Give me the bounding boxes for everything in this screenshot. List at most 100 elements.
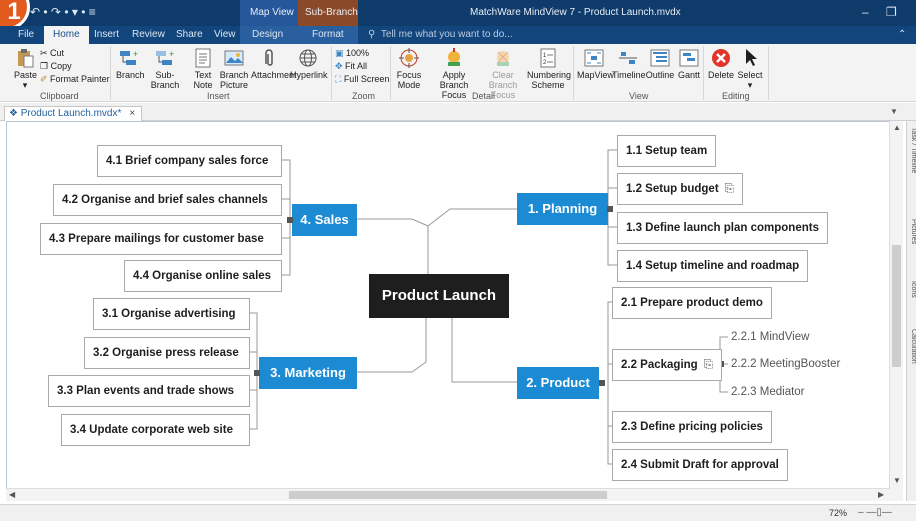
leaf-2-2-2[interactable]: 2.2.2 MeetingBooster	[731, 356, 840, 372]
outline-icon	[650, 49, 670, 67]
focus-branch-icon	[448, 48, 460, 66]
editing-group-label: Editing	[722, 91, 750, 101]
tab-design[interactable]: Design	[252, 29, 283, 40]
context-label-sub-branch: Sub-Branch	[305, 7, 358, 18]
tab-view[interactable]: View	[214, 29, 236, 40]
branch-product[interactable]: 2. Product	[517, 367, 599, 399]
document-tab[interactable]: ❖ Product Launch.mvdx* ×	[4, 106, 143, 121]
scroll-up-icon[interactable]: ▲	[893, 123, 901, 132]
gantt-icon	[679, 49, 699, 67]
collapse-product-handle[interactable]	[599, 380, 605, 386]
tab-share[interactable]: Share	[176, 29, 203, 40]
sub-branch-4-2[interactable]: 4.2 Organise and brief sales channels	[53, 184, 282, 216]
tab-home[interactable]: Home	[44, 26, 89, 44]
collapse-marketing-handle[interactable]	[254, 370, 260, 376]
tab-file[interactable]: File	[18, 29, 34, 40]
close-tab-button[interactable]: ×	[129, 108, 135, 119]
format-painter-button[interactable]: ✐ Format Painter	[40, 74, 110, 85]
zoom-group-label: Zoom	[352, 91, 376, 101]
tab-format[interactable]: Format	[312, 29, 344, 40]
sub-branch-4-4[interactable]: 4.4 Organise online sales	[124, 260, 282, 292]
scroll-right-icon[interactable]: ▶	[878, 490, 884, 499]
mindview-window: ↶ • ↷ • ▾ • ≡ Map View Sub-Branch MatchW…	[0, 0, 916, 521]
zoom-100-button[interactable]: ▣ 100%	[335, 48, 369, 59]
branch-picture-button[interactable]: Branch Picture	[219, 48, 249, 90]
branch-sales[interactable]: 4. Sales	[292, 204, 357, 236]
clipboard-group-label: Clipboard	[40, 91, 79, 101]
vertical-scrollbar[interactable]: ▲ ▼	[889, 121, 903, 501]
horizontal-scroll-thumb[interactable]	[289, 491, 607, 499]
paperclip-icon	[265, 49, 273, 66]
sub-branch-3-3[interactable]: 3.3 Plan events and trade shows	[48, 375, 250, 407]
numbering-scheme-button[interactable]: 12 Numbering Scheme	[527, 48, 571, 90]
tab-insert[interactable]: Insert	[94, 29, 119, 40]
vertical-scroll-thumb[interactable]	[892, 245, 901, 367]
sub-branch-1-1[interactable]: 1.1 Setup team	[617, 135, 717, 167]
select-button[interactable]: Select ▾	[737, 48, 763, 90]
tab-list-dropdown-icon[interactable]: ▼	[890, 107, 898, 116]
quick-access-toolbar[interactable]: ↶ • ↷ • ▾ • ≡	[30, 5, 96, 19]
zoom-level: 72%	[829, 508, 848, 518]
mind-map[interactable]: Product Launch 1. Planning 2. Product 3.…	[7, 122, 889, 488]
collapse-planning-handle[interactable]	[607, 206, 613, 212]
focus-mode-button[interactable]: Focus Mode	[396, 48, 422, 90]
branch-planning[interactable]: 1. Planning	[517, 193, 608, 225]
sub-branch-1-2[interactable]: 1.2 Setup budget ⎘	[617, 173, 743, 205]
collapse-ribbon-icon[interactable]: ⌃	[898, 29, 906, 40]
scroll-down-icon[interactable]: ▼	[893, 476, 901, 485]
timeline-icon	[619, 52, 637, 64]
sub-branch-1-4[interactable]: 1.4 Setup timeline and roadmap	[617, 250, 809, 282]
text-note-button[interactable]: Text Note	[190, 48, 216, 90]
sub-branch-2-2[interactable]: 2.2 Packaging ⎘	[612, 349, 722, 381]
scissors-icon: ✂	[40, 48, 51, 58]
tab-review[interactable]: Review	[132, 29, 165, 40]
sub-branch-1-3[interactable]: 1.3 Define launch plan components	[617, 212, 828, 244]
branch-button[interactable]: + Branch	[116, 48, 145, 80]
insert-group-label: Insert	[207, 91, 230, 101]
zoom-slider[interactable]: – —▯—	[858, 507, 892, 518]
sub-branch-2-3[interactable]: 2.3 Define pricing policies	[612, 411, 772, 443]
side-panel-tabs: Task / Timeline Pictures Icons Calculati…	[906, 121, 916, 501]
branch-icon: +	[120, 49, 138, 65]
timeline-button[interactable]: Timeline	[612, 48, 646, 80]
side-tab-task-timeline[interactable]: Task / Timeline	[906, 127, 916, 173]
sub-branch-button[interactable]: + Sub-Branch	[144, 48, 186, 90]
mindmap-file-icon: ❖	[9, 108, 21, 119]
hyperlink-button[interactable]: Hyperlink	[290, 48, 328, 80]
sub-branch-2-1[interactable]: 2.1 Prepare product demo	[612, 287, 772, 319]
sub-branch-2-4[interactable]: 2.4 Submit Draft for approval	[612, 449, 788, 481]
side-tab-pictures[interactable]: Pictures	[906, 219, 916, 244]
apply-branch-focus-button[interactable]: Apply Branch Focus	[430, 48, 478, 100]
side-tab-icons[interactable]: Icons	[906, 281, 916, 298]
minimize-button[interactable]: –	[862, 5, 869, 19]
sub-branch-3-2[interactable]: 3.2 Organise press release	[84, 337, 250, 369]
leaf-2-2-3[interactable]: 2.2.3 Mediator	[731, 384, 805, 400]
copy-button[interactable]: ❐ Copy	[40, 61, 72, 72]
maximize-button[interactable]: ❐	[886, 5, 897, 19]
sub-branch-4-3[interactable]: 4.3 Prepare mailings for customer base	[40, 223, 282, 255]
cut-button[interactable]: ✂ Cut	[40, 48, 64, 59]
outline-button[interactable]: Outline	[645, 48, 675, 80]
tell-me-search[interactable]: ⚲ Tell me what you want to do...	[368, 29, 513, 40]
copy-icon: ❐	[40, 61, 51, 71]
cursor-arrow-icon	[746, 49, 757, 66]
central-topic[interactable]: Product Launch	[369, 274, 509, 318]
side-tab-calculation[interactable]: Calculation	[906, 329, 916, 364]
branch-marketing[interactable]: 3. Marketing	[259, 357, 357, 389]
paste-button[interactable]: Paste ▾	[14, 48, 37, 90]
sub-branch-4-1[interactable]: 4.1 Brief company sales force	[97, 145, 282, 177]
gantt-button[interactable]: Gantt	[676, 48, 702, 80]
horizontal-scrollbar[interactable]: ◀ ▶	[6, 488, 890, 501]
full-screen-button[interactable]: ⛶ Full Screen	[335, 74, 389, 85]
attachment-button[interactable]: Attachment	[251, 48, 297, 80]
fit-all-icon: ✥	[335, 61, 346, 71]
sub-branch-3-1[interactable]: 3.1 Organise advertising	[93, 298, 250, 330]
leaf-2-2-1[interactable]: 2.2.1 MindView	[731, 329, 809, 345]
scroll-left-icon[interactable]: ◀	[9, 490, 15, 499]
detail-group-label: Detail	[472, 91, 496, 101]
sub-branch-3-4[interactable]: 3.4 Update corporate web site	[61, 414, 250, 446]
mapview-button[interactable]: MapView	[577, 48, 614, 80]
fit-all-button[interactable]: ✥ Fit All	[335, 61, 367, 72]
delete-button[interactable]: Delete	[707, 48, 735, 80]
collapse-sales-handle[interactable]	[287, 217, 293, 223]
